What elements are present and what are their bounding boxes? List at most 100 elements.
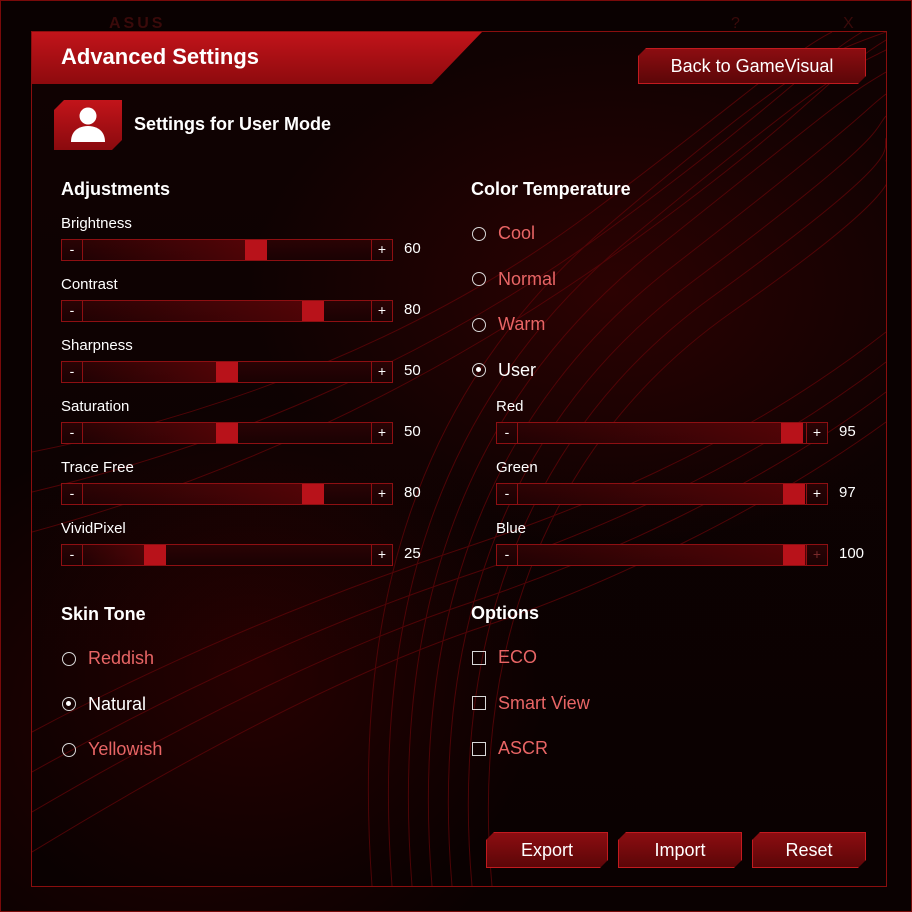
page-title: Advanced Settings [61, 44, 260, 69]
radio-circle[interactable] [472, 226, 486, 241]
slider-track[interactable] [518, 484, 806, 504]
increase-button[interactable]: + [371, 301, 392, 321]
radio-warm[interactable]: Warm [472, 314, 545, 335]
slider-value: 80 [404, 484, 421, 501]
slider-label: VividPixel [61, 520, 126, 537]
increase-button[interactable]: + [806, 484, 827, 504]
radio-yellowish[interactable]: Yellowish [62, 739, 162, 760]
slider-vividpixel[interactable]: - + [61, 544, 393, 566]
slider-contrast[interactable]: - + [61, 300, 393, 322]
radio-user[interactable]: User [472, 360, 536, 381]
slider-fill [518, 423, 792, 443]
increase-button[interactable]: + [371, 240, 392, 260]
increase-button[interactable]: + [806, 545, 827, 565]
decrease-button[interactable]: - [62, 484, 83, 504]
radio-circle[interactable] [62, 697, 76, 711]
slider-track[interactable] [83, 484, 371, 504]
adjustments-title: Adjustments [61, 179, 171, 199]
checkbox-label: ECO [498, 647, 538, 667]
slider-thumb[interactable] [216, 362, 238, 382]
increase-button[interactable]: + [806, 423, 827, 443]
slider-value: 25 [404, 545, 421, 562]
radio-reddish[interactable]: Reddish [62, 648, 154, 669]
slider-value: 97 [839, 484, 856, 501]
slider-track[interactable] [83, 362, 371, 382]
decrease-button[interactable]: - [62, 240, 83, 260]
slider-value: 95 [839, 423, 856, 440]
radio-natural[interactable]: Natural [62, 694, 146, 715]
slider-red[interactable]: - + [496, 422, 828, 444]
radio-label: User [498, 359, 537, 380]
decrease-button[interactable]: - [497, 484, 518, 504]
slider-thumb[interactable] [144, 545, 166, 565]
radio-circle[interactable] [472, 317, 486, 332]
radio-label: Warm [498, 314, 546, 334]
checkbox-box[interactable] [472, 696, 486, 710]
slider-trace-free[interactable]: - + [61, 483, 393, 505]
slider-thumb[interactable] [780, 423, 803, 443]
slider-value: 80 [404, 301, 421, 318]
radio-label: Cool [498, 223, 536, 243]
checkbox-ascr[interactable]: ASCR [472, 738, 548, 759]
slider-thumb[interactable] [302, 484, 325, 504]
checkbox-smart-view[interactable]: Smart View [472, 693, 590, 714]
slider-label: Contrast [61, 276, 118, 293]
decrease-button[interactable]: - [62, 362, 83, 382]
slider-thumb[interactable] [216, 423, 238, 443]
slider-fill [83, 484, 314, 504]
radio-circle[interactable] [472, 363, 486, 377]
radio-circle[interactable] [472, 272, 486, 286]
slider-thumb[interactable] [244, 240, 267, 260]
slider-thumb[interactable] [783, 545, 806, 565]
radio-label: Normal [498, 268, 557, 289]
decrease-button[interactable]: - [497, 423, 518, 443]
slider-thumb[interactable] [302, 301, 325, 321]
decrease-button[interactable]: - [497, 545, 518, 565]
slider-track[interactable] [518, 423, 806, 443]
slider-green[interactable]: - + [496, 483, 828, 505]
slider-saturation[interactable]: - + [61, 422, 393, 444]
slider-fill [83, 301, 314, 321]
slider-sharpness[interactable]: - + [61, 361, 393, 383]
back-to-gamevisual-button[interactable]: Back to GameVisual [638, 48, 866, 84]
increase-button[interactable]: + [371, 423, 392, 443]
slider-blue[interactable]: - + [496, 544, 828, 566]
advanced-settings-panel: Advanced Settings Back to GameVisual Set… [31, 31, 887, 887]
slider-thumb[interactable] [783, 484, 806, 504]
checkbox-box[interactable] [472, 741, 486, 756]
reset-button[interactable]: Reset [752, 832, 866, 868]
slider-label: Green [496, 459, 538, 476]
slider-track[interactable] [83, 423, 371, 443]
radio-circle[interactable] [62, 651, 76, 666]
radio-circle[interactable] [62, 742, 76, 757]
user-mode-badge [54, 100, 122, 150]
slider-brightness[interactable]: - + [61, 239, 393, 261]
slider-track[interactable] [83, 301, 371, 321]
slider-label: Blue [496, 520, 527, 537]
radio-label: Yellowish [88, 739, 163, 759]
slider-fill [83, 240, 256, 260]
slider-value: 100 [839, 545, 865, 562]
color-temperature-title: Color Temperature [471, 179, 631, 199]
decrease-button[interactable]: - [62, 423, 83, 443]
radio-cool[interactable]: Cool [472, 223, 535, 244]
checkbox-eco[interactable]: ECO [472, 647, 537, 668]
increase-button[interactable]: + [371, 362, 392, 382]
increase-button[interactable]: + [371, 545, 392, 565]
decrease-button[interactable]: - [62, 545, 83, 565]
slider-track[interactable] [518, 545, 806, 565]
slider-fill [518, 484, 798, 504]
radio-label: Reddish [88, 648, 155, 668]
slider-track[interactable] [83, 545, 371, 565]
radio-normal[interactable]: Normal [472, 269, 556, 290]
decrease-button[interactable]: - [62, 301, 83, 321]
slider-label: Saturation [61, 398, 130, 415]
slider-value: 60 [404, 240, 421, 257]
slider-label: Brightness [61, 215, 132, 232]
export-button[interactable]: Export [486, 832, 608, 868]
slider-fill [518, 545, 806, 565]
increase-button[interactable]: + [371, 484, 392, 504]
slider-track[interactable] [83, 240, 371, 260]
import-button[interactable]: Import [618, 832, 742, 868]
checkbox-box[interactable] [472, 650, 486, 665]
